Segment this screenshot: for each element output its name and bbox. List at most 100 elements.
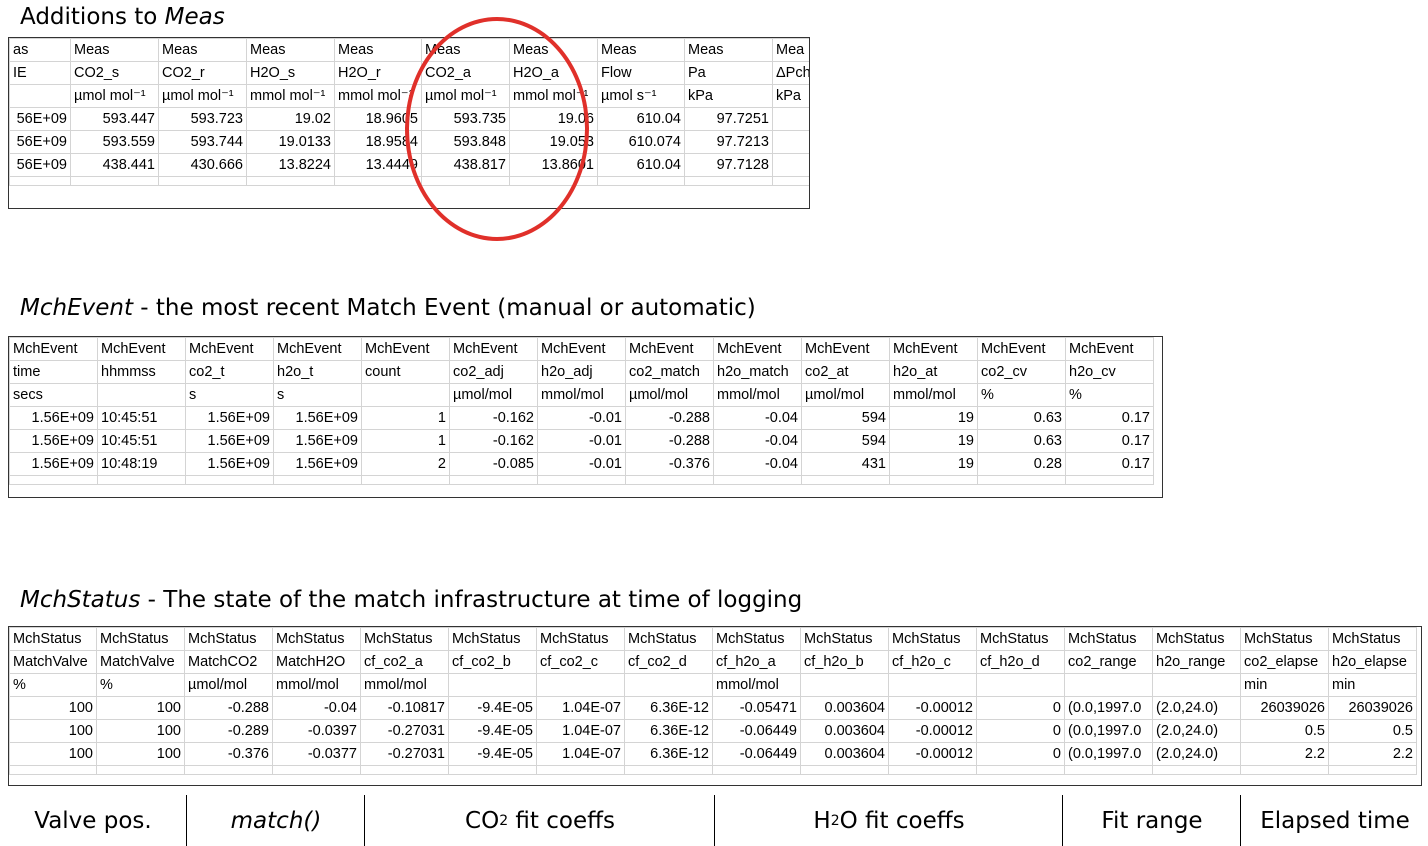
table-cell[interactable]: -0.00012 <box>888 696 977 720</box>
header-cell[interactable]: h2o_elapse <box>1328 650 1417 674</box>
table-cell[interactable]: 1.04E-07 <box>536 719 625 743</box>
header-cell[interactable] <box>9 84 71 108</box>
table-cell[interactable]: 0.003604 <box>800 742 889 766</box>
header-cell[interactable] <box>97 383 186 407</box>
table-cell[interactable]: 19.053 <box>509 130 598 154</box>
table-cell[interactable]: -0.04 <box>713 406 802 430</box>
table-cell[interactable]: 0.63 <box>977 429 1066 453</box>
table-cell[interactable]: 19.06 <box>509 107 598 131</box>
table-cell[interactable]: 19 <box>889 452 978 476</box>
header-cell[interactable]: MchEvent <box>273 337 362 361</box>
table-cell[interactable]: 593.848 <box>421 130 510 154</box>
header-cell[interactable]: MchStatus <box>360 627 449 651</box>
table-cell[interactable]: 13.4449 <box>334 153 422 177</box>
table-cell[interactable]: 2.2 <box>1328 742 1417 766</box>
header-cell[interactable]: kPa <box>684 84 773 108</box>
header-cell[interactable]: cf_co2_d <box>624 650 713 674</box>
header-cell[interactable]: Meas <box>421 38 510 62</box>
header-cell[interactable]: µmol s⁻¹ <box>597 84 685 108</box>
table-cell[interactable]: 0 <box>976 742 1065 766</box>
table-cell[interactable]: 13.8224 <box>246 153 335 177</box>
table-cell[interactable]: 430.666 <box>158 153 247 177</box>
table-cell[interactable]: -0.0397 <box>272 719 361 743</box>
header-cell[interactable]: µmol/mol <box>625 383 714 407</box>
table-cell[interactable]: 19 <box>889 406 978 430</box>
header-cell[interactable]: MchStatus <box>888 627 977 651</box>
table-cell[interactable]: 97.7251 <box>684 107 773 131</box>
empty-cell[interactable] <box>684 176 773 186</box>
empty-cell[interactable] <box>536 765 625 775</box>
empty-cell[interactable] <box>158 176 247 186</box>
table-cell[interactable]: -0.376 <box>184 742 273 766</box>
empty-cell[interactable] <box>772 176 809 186</box>
table-cell[interactable]: 2 <box>361 452 450 476</box>
empty-cell[interactable] <box>625 475 714 485</box>
table-cell[interactable]: 593.559 <box>70 130 159 154</box>
table-cell[interactable]: (2.0,24.0) <box>1152 696 1241 720</box>
header-cell[interactable]: H2O_a <box>509 61 598 85</box>
header-cell[interactable]: % <box>9 673 97 697</box>
table-cell[interactable]: 610.074 <box>597 130 685 154</box>
empty-cell[interactable] <box>889 475 978 485</box>
table-cell[interactable]: 6.36E-12 <box>624 719 713 743</box>
header-cell[interactable]: Meas <box>70 38 159 62</box>
table-cell[interactable]: (0.0,1997.0 <box>1064 696 1153 720</box>
empty-cell[interactable] <box>272 765 361 775</box>
table-cell[interactable]: 100 <box>96 742 185 766</box>
table-cell[interactable]: -9.4E-05 <box>448 719 537 743</box>
header-cell[interactable]: co2_at <box>801 360 890 384</box>
table-cell[interactable]: 1 <box>361 406 450 430</box>
table-cell[interactable]: -9.4E-05 <box>448 742 537 766</box>
header-cell[interactable]: s <box>273 383 362 407</box>
table-cell[interactable]: 1.56E+09 <box>185 452 274 476</box>
header-cell[interactable]: MchEvent <box>537 337 626 361</box>
table-cell[interactable]: 1.56E+09 <box>9 429 98 453</box>
empty-cell[interactable] <box>801 475 890 485</box>
header-cell[interactable]: cf_h2o_d <box>976 650 1065 674</box>
header-cell[interactable]: as <box>9 38 71 62</box>
header-cell[interactable]: h2o_at <box>889 360 978 384</box>
empty-cell[interactable] <box>9 176 71 186</box>
table-cell[interactable]: 10:45:51 <box>97 406 186 430</box>
table-cell[interactable]: 0.1 <box>772 153 809 177</box>
table-cell[interactable]: -0.376 <box>625 452 714 476</box>
table-cell[interactable]: 56E+09 <box>9 107 71 131</box>
empty-cell[interactable] <box>70 176 159 186</box>
table-cell[interactable]: 19.0133 <box>246 130 335 154</box>
table-cell[interactable]: 0.17 <box>1065 406 1154 430</box>
header-cell[interactable]: CO2_s <box>70 61 159 85</box>
empty-cell[interactable] <box>273 475 362 485</box>
table-cell[interactable]: 0.17 <box>1065 429 1154 453</box>
header-cell[interactable] <box>976 673 1065 697</box>
empty-cell[interactable] <box>246 176 335 186</box>
table-cell[interactable]: 97.7213 <box>684 130 773 154</box>
table-cell[interactable]: 1.04E-07 <box>536 742 625 766</box>
table-cell[interactable]: 2.2 <box>1240 742 1329 766</box>
empty-cell[interactable] <box>449 475 538 485</box>
table-cell[interactable]: -0.05471 <box>712 696 801 720</box>
table-cell[interactable]: 0.003604 <box>800 696 889 720</box>
header-cell[interactable]: Meas <box>597 38 685 62</box>
empty-cell[interactable] <box>184 765 273 775</box>
header-cell[interactable]: mmol mol⁻¹ <box>246 84 335 108</box>
table-cell[interactable]: 100 <box>9 719 97 743</box>
header-cell[interactable]: MatchH2O <box>272 650 361 674</box>
header-cell[interactable]: mmol/mol <box>537 383 626 407</box>
table-cell[interactable]: -0.04 <box>713 452 802 476</box>
table-cell[interactable]: -0.06449 <box>712 742 801 766</box>
header-cell[interactable] <box>888 673 977 697</box>
header-cell[interactable]: µmol/mol <box>449 383 538 407</box>
table-cell[interactable]: -0.01 <box>537 452 626 476</box>
header-cell[interactable]: Meas <box>509 38 598 62</box>
empty-cell[interactable] <box>624 765 713 775</box>
header-cell[interactable]: co2_cv <box>977 360 1066 384</box>
empty-cell[interactable] <box>713 475 802 485</box>
table-cell[interactable]: -0.162 <box>449 429 538 453</box>
header-cell[interactable]: MchEvent <box>185 337 274 361</box>
table-cell[interactable]: 56E+09 <box>9 130 71 154</box>
empty-cell[interactable] <box>597 176 685 186</box>
header-cell[interactable]: MchStatus <box>184 627 273 651</box>
empty-cell[interactable] <box>1152 765 1241 775</box>
header-cell[interactable]: % <box>1065 383 1154 407</box>
header-cell[interactable]: MchStatus <box>1328 627 1417 651</box>
